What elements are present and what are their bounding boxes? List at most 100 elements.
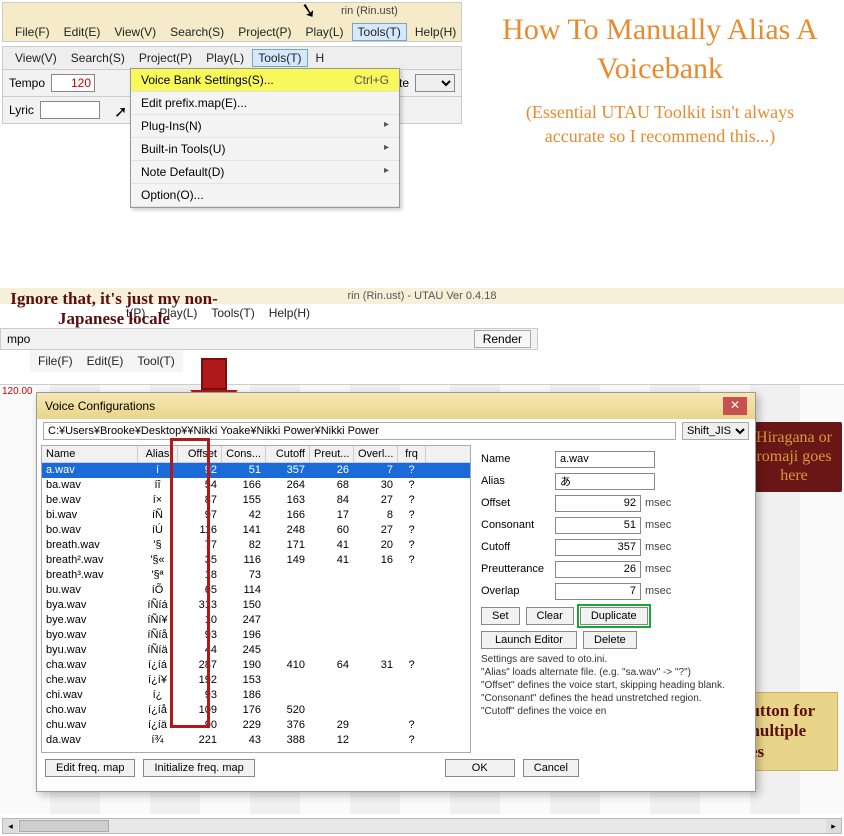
- dropdown-item-label: Voice Bank Settings(S)...: [141, 73, 274, 87]
- col-preutterance[interactable]: Preut...: [310, 446, 354, 462]
- offset-field[interactable]: [555, 495, 641, 512]
- lyric-input[interactable]: [40, 101, 100, 119]
- menu3-help[interactable]: Help(H): [263, 304, 316, 322]
- ok-button[interactable]: OK: [445, 759, 515, 777]
- set-button[interactable]: Set: [481, 607, 520, 625]
- overlap-field[interactable]: [555, 583, 641, 600]
- menu-view[interactable]: View(V): [108, 23, 162, 41]
- col-cutoff[interactable]: Cutoff: [266, 446, 310, 462]
- table-row[interactable]: be.waví×871551638427?: [42, 493, 470, 508]
- menu-play[interactable]: Play(L): [300, 23, 350, 41]
- table-row[interactable]: a.waví9251357267?: [42, 463, 470, 478]
- note-select[interactable]: [415, 74, 455, 92]
- scroll-right-icon[interactable]: ▸: [826, 819, 841, 833]
- lyric-label: Lyric: [9, 103, 34, 117]
- menu-file[interactable]: File(F): [9, 23, 56, 41]
- path-row: Shift_JIS: [37, 419, 755, 443]
- table-row[interactable]: chu.waví¿íä9022937629?: [42, 718, 470, 733]
- cutoff-field[interactable]: [555, 539, 641, 556]
- menu2-h[interactable]: H: [310, 49, 331, 67]
- col-alias[interactable]: Alias: [138, 446, 178, 462]
- voicebank-path-input[interactable]: [43, 422, 676, 440]
- render-button[interactable]: Render: [474, 330, 531, 348]
- table-row[interactable]: chi.waví¿93186: [42, 688, 470, 703]
- menu-search[interactable]: Search(S): [164, 23, 230, 41]
- col-frq[interactable]: frq: [398, 446, 426, 462]
- close-button[interactable]: ✕: [723, 397, 747, 415]
- table-row[interactable]: bu.wavíÕ65114: [42, 583, 470, 598]
- table-row[interactable]: cha.waví¿íá2871904106431?: [42, 658, 470, 673]
- dialog-title: Voice Configurations: [45, 399, 155, 413]
- table-row[interactable]: byu.wavíÑíä44245: [42, 643, 470, 658]
- table-row[interactable]: bi.wavíÑ9742166178?: [42, 508, 470, 523]
- tutorial-heading-block: How To Manually Alias A Voicebank (Essen…: [500, 10, 820, 149]
- menu-edit[interactable]: Edit(E): [58, 23, 107, 41]
- table-row[interactable]: breath³.wav'§ª1873: [42, 568, 470, 583]
- sample-list: Name Alias Offset Cons... Cutoff Preut..…: [41, 445, 471, 753]
- alias-field[interactable]: [555, 473, 655, 490]
- cancel-button[interactable]: Cancel: [523, 759, 579, 777]
- inner-menu-file[interactable]: File(F): [32, 352, 79, 370]
- dropdown-builtin-tools[interactable]: Built-in Tools(U) ▸: [131, 138, 399, 161]
- menu2-play[interactable]: Play(L): [200, 49, 250, 67]
- hand-drawn-arrow-icon: ➚: [114, 102, 127, 122]
- help-text: Settings are saved to oto.ini. "Alias" l…: [481, 653, 749, 718]
- edit-freq-map-button[interactable]: Edit freq. map: [45, 759, 135, 777]
- table-row[interactable]: da.waví¾2214338812?: [42, 733, 470, 748]
- table-row[interactable]: breath².wav'§«351161494116?: [42, 553, 470, 568]
- inner-menu-edit[interactable]: Edit(E): [81, 352, 130, 370]
- consonant-field[interactable]: [555, 517, 641, 534]
- window-title: rin (Rin.ust): [341, 5, 398, 17]
- launch-editor-button[interactable]: Launch Editor: [481, 631, 577, 649]
- unit-msec: msec: [645, 497, 671, 509]
- list-rows[interactable]: a.waví9251357267?ba.wavíî541662646830?be…: [42, 463, 470, 752]
- tempo-label-frag: mpo: [7, 332, 30, 346]
- dropdown-voice-bank-settings[interactable]: Voice Bank Settings(S)... Ctrl+G: [131, 69, 399, 92]
- encoding-select[interactable]: Shift_JIS: [682, 422, 749, 440]
- ruler-number: 120.00: [2, 386, 33, 397]
- scrollbar-thumb[interactable]: [19, 820, 109, 832]
- table-row[interactable]: bo.wavíÚ1161412486027?: [42, 523, 470, 538]
- col-overlap[interactable]: Overl...: [354, 446, 398, 462]
- cutoff-label: Cutoff: [481, 541, 555, 553]
- clear-button[interactable]: Clear: [526, 607, 574, 625]
- preutterance-label: Preutterance: [481, 563, 555, 575]
- menu-help[interactable]: Help(H): [409, 23, 462, 41]
- menu2-project[interactable]: Project(P): [133, 49, 198, 67]
- submenu-arrow-icon: ▸: [384, 165, 389, 179]
- name-field[interactable]: [555, 451, 655, 468]
- dialog-titlebar[interactable]: Voice Configurations ✕: [37, 393, 755, 419]
- menu-project[interactable]: Project(P): [232, 23, 297, 41]
- dropdown-plug-ins[interactable]: Plug-Ins(N) ▸: [131, 115, 399, 138]
- inner-menu-tool[interactable]: Tool(T): [131, 352, 180, 370]
- menu2-tools[interactable]: Tools(T): [252, 49, 307, 67]
- scroll-left-icon[interactable]: ◂: [3, 819, 18, 833]
- table-row[interactable]: bya.wavíÑíá313150: [42, 598, 470, 613]
- col-name[interactable]: Name: [42, 446, 138, 462]
- tempo-input[interactable]: [51, 74, 95, 92]
- tempo-label: Tempo: [9, 76, 45, 90]
- dropdown-edit-prefix-map[interactable]: Edit prefix.map(E)...: [131, 92, 399, 115]
- menubar-1: File(F) Edit(E) View(V) Search(S) Projec…: [9, 23, 462, 41]
- submenu-arrow-icon: ▸: [384, 119, 389, 133]
- col-offset[interactable]: Offset: [178, 446, 222, 462]
- menu2-search[interactable]: Search(S): [65, 49, 131, 67]
- dropdown-option[interactable]: Option(O)...: [131, 184, 399, 207]
- col-consonant[interactable]: Cons...: [222, 446, 266, 462]
- table-row[interactable]: byo.wavíÑíå93196: [42, 628, 470, 643]
- table-row[interactable]: ba.wavíî541662646830?: [42, 478, 470, 493]
- duplicate-button[interactable]: Duplicate: [580, 607, 648, 625]
- table-row[interactable]: bye.wavíÑí¥10247: [42, 613, 470, 628]
- dropdown-note-default[interactable]: Note Default(D) ▸: [131, 161, 399, 184]
- preutterance-field[interactable]: [555, 561, 641, 578]
- init-freq-map-button[interactable]: Initialize freq. map: [143, 759, 254, 777]
- menu-tools[interactable]: Tools(T): [352, 23, 407, 41]
- horizontal-scrollbar[interactable]: ◂ ▸: [2, 818, 842, 834]
- table-row[interactable]: breath.wav'§77821714120?: [42, 538, 470, 553]
- table-row[interactable]: che.waví¿í¥192153: [42, 673, 470, 688]
- menu2-view[interactable]: View(V): [9, 49, 63, 67]
- table-row[interactable]: cho.waví¿íå109176520: [42, 703, 470, 718]
- delete-button[interactable]: Delete: [583, 631, 637, 649]
- annotation-ignore-locale: Ignore that, it's just my non-Japanese l…: [4, 289, 224, 330]
- top-window-strip: rin (Rin.ust) File(F) Edit(E) View(V) Se…: [2, 2, 462, 42]
